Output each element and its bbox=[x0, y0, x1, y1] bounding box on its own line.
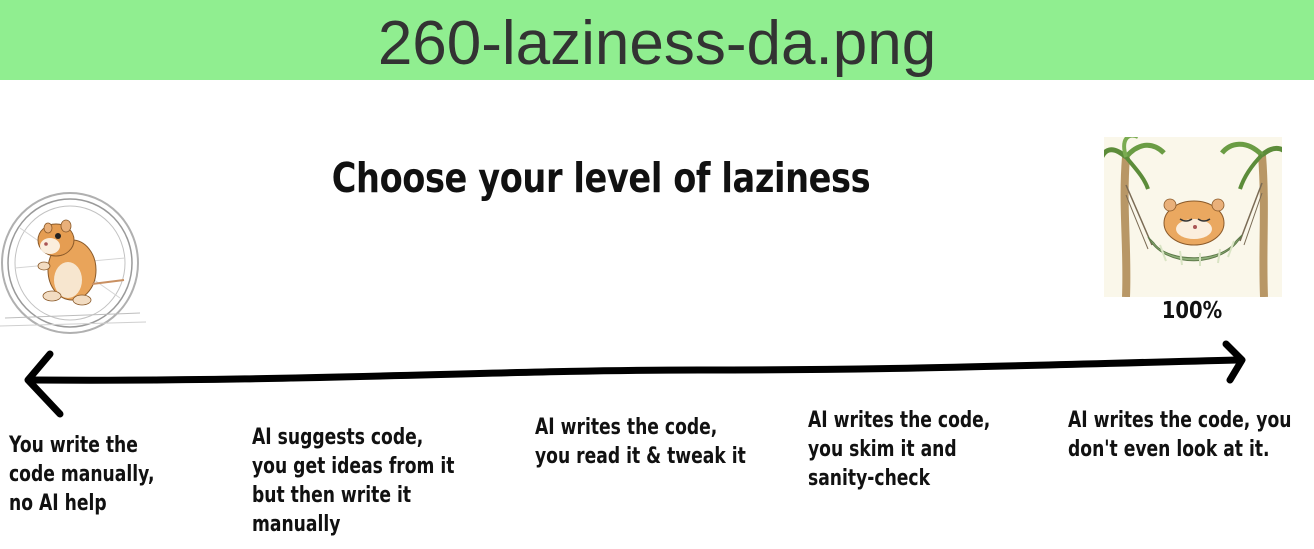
level-1-line-1: You write the bbox=[9, 433, 138, 458]
filename-text: 260-laziness-da.png bbox=[377, 9, 937, 78]
laziness-level-1: You write the code manually, no AI help bbox=[9, 431, 154, 518]
laziness-max-label: 100% bbox=[1161, 298, 1223, 324]
level-3-line-2: you read it & tweak it bbox=[535, 444, 746, 469]
level-5-line-1: AI writes the code, you bbox=[1068, 408, 1292, 433]
level-2-line-2: you get ideas from it bbox=[252, 454, 455, 479]
level-4-line-1: AI writes the code, bbox=[808, 408, 991, 433]
level-2-line-1: AI suggests code, bbox=[252, 425, 424, 450]
hamster-running-wheel-icon bbox=[0, 192, 146, 334]
level-2-line-4: manually bbox=[252, 512, 341, 537]
laziness-level-3: AI writes the code, you read it & tweak … bbox=[535, 413, 746, 471]
hamster-resting-hammock-icon bbox=[1104, 137, 1282, 297]
laziness-level-5: AI writes the code, you don't even look … bbox=[1068, 406, 1291, 464]
level-3-line-1: AI writes the code, bbox=[535, 415, 718, 440]
filename-banner: 260-laziness-da.png bbox=[0, 0, 1314, 80]
level-2-line-3: but then write it bbox=[252, 483, 412, 508]
level-1-line-3: no AI help bbox=[9, 491, 107, 516]
level-5-line-2: don't even look at it. bbox=[1068, 437, 1270, 462]
level-1-line-2: code manually, bbox=[9, 462, 155, 487]
laziness-level-4: AI writes the code, you skim it and sani… bbox=[808, 406, 990, 493]
level-4-line-3: sanity-check bbox=[808, 466, 931, 491]
laziness-level-2: AI suggests code, you get ideas from it … bbox=[252, 423, 454, 539]
level-4-line-2: you skim it and bbox=[808, 437, 957, 462]
page-title: Choose your level of laziness bbox=[331, 154, 871, 202]
